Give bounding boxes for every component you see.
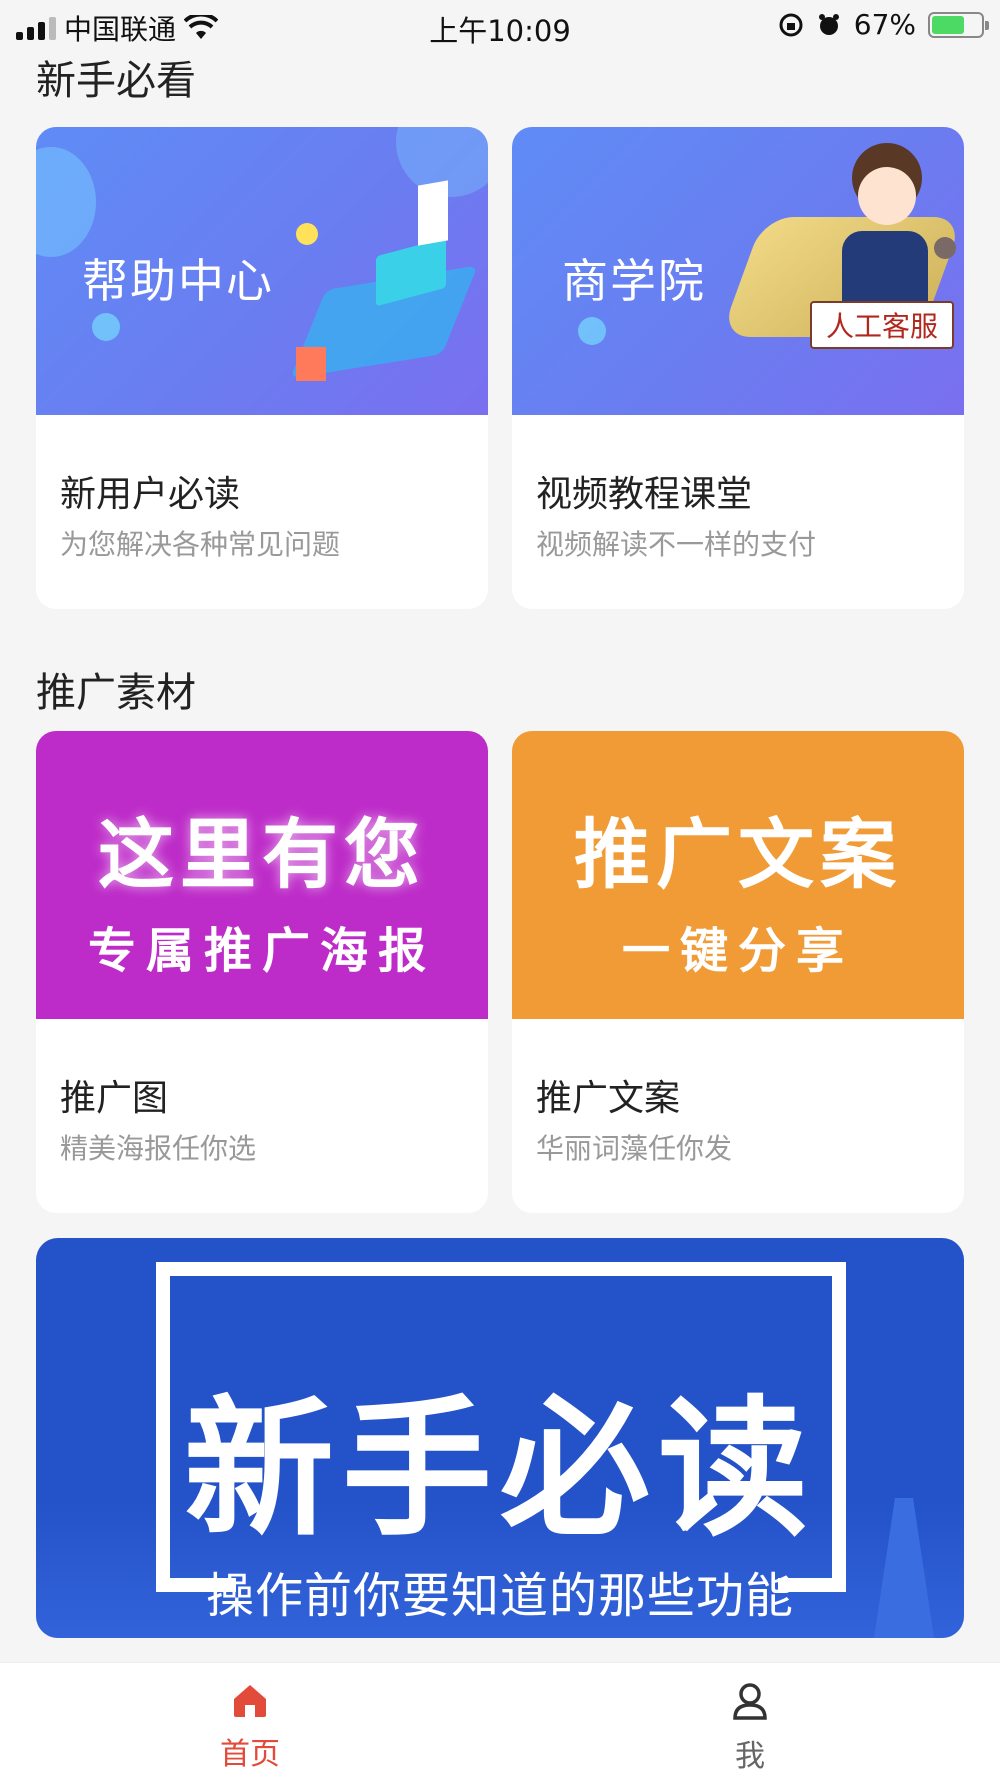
battery-icon xyxy=(928,11,989,38)
battery-percent: 67% xyxy=(853,8,916,41)
poster-banner-line1: 这里有您 xyxy=(98,810,426,899)
beginner-guide-banner[interactable]: 新手必读 操作前你要知道的那些功能 xyxy=(36,1238,964,1638)
copywriting-banner: 推广文案 一键分享 xyxy=(512,731,964,1019)
host-body-illustration xyxy=(842,231,928,311)
academy-card[interactable]: 商学院 人工客服 视频教程课堂 视频解读不一样的支付 xyxy=(512,127,964,609)
section-title-promo: 推广素材 xyxy=(36,670,196,716)
tab-home[interactable]: 首页 xyxy=(190,1681,310,1773)
bubble-decoration xyxy=(36,147,96,257)
status-bar: 中国联通 上午10:09 67% xyxy=(0,0,1000,52)
tab-me[interactable]: 我 xyxy=(690,1681,810,1775)
beginner-guide-title: 新手必读 xyxy=(183,1383,816,1557)
help-center-card[interactable]: 帮助中心 新用户必读 为您解决各种常见问题 xyxy=(36,127,488,609)
host-face-illustration xyxy=(858,167,916,225)
board-illustration xyxy=(418,180,448,246)
academy-banner-text: 商学院 xyxy=(562,254,706,308)
rotation-lock-icon xyxy=(779,13,803,36)
alarm-icon xyxy=(818,13,839,35)
help-center-card-subtitle: 为您解决各种常见问题 xyxy=(60,528,341,561)
poster-card-subtitle: 精美海报任你选 xyxy=(60,1132,257,1165)
lamp-illustration xyxy=(296,223,318,245)
home-icon xyxy=(234,1685,266,1717)
academy-card-subtitle: 视频解读不一样的支付 xyxy=(536,528,817,561)
tab-home-label: 首页 xyxy=(220,1737,280,1772)
poster-banner-line2: 专属推广海报 xyxy=(87,923,436,979)
bottom-tab-bar: 首页 我 xyxy=(0,1662,1000,1778)
box-illustration xyxy=(296,347,326,381)
help-center-banner-text: 帮助中心 xyxy=(82,254,274,308)
poster-banner: 这里有您 专属推广海报 xyxy=(36,731,488,1019)
bubble-decoration xyxy=(578,317,606,345)
poster-card[interactable]: 这里有您 专属推广海报 推广图 精美海报任你选 xyxy=(36,731,488,1213)
academy-card-title: 视频教程课堂 xyxy=(536,474,753,515)
copywriting-banner-line1: 推广文案 xyxy=(574,810,902,899)
copywriting-card-title: 推广文案 xyxy=(536,1078,681,1119)
copywriting-card-subtitle: 华丽词藻任你发 xyxy=(536,1132,733,1165)
status-right: 67% xyxy=(778,8,989,41)
section-title-beginner: 新手必看 xyxy=(36,58,196,104)
copywriting-card[interactable]: 推广文案 一键分享 推广文案 华丽词藻任你发 xyxy=(512,731,964,1213)
customer-service-badge[interactable]: 人工客服 xyxy=(809,301,954,349)
help-center-banner: 帮助中心 xyxy=(36,127,488,415)
poster-card-title: 推广图 xyxy=(60,1078,169,1119)
tab-me-label: 我 xyxy=(735,1739,765,1774)
academy-banner: 商学院 人工客服 xyxy=(512,127,964,415)
beginner-guide-subtitle: 操作前你要知道的那些功能 xyxy=(205,1568,794,1624)
help-center-card-title: 新用户必读 xyxy=(60,474,241,515)
microphone-icon xyxy=(934,237,956,259)
user-icon xyxy=(733,1683,767,1720)
bubble-decoration xyxy=(92,313,120,341)
copywriting-banner-line2: 一键分享 xyxy=(621,923,854,979)
